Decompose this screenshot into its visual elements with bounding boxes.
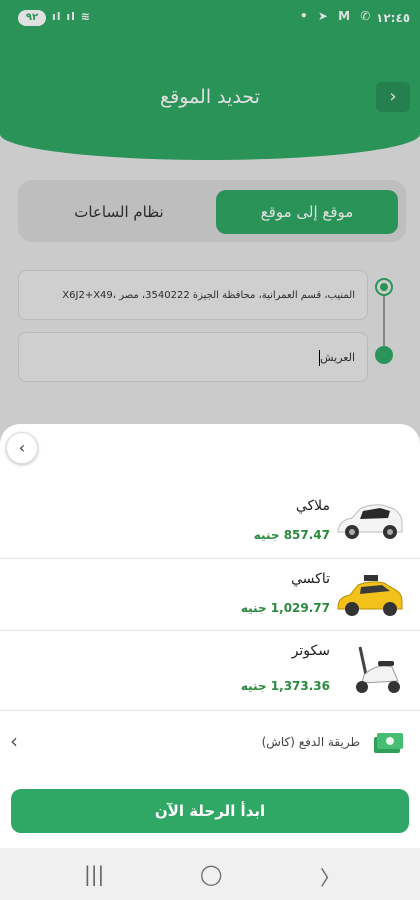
chevron-left-icon: ‹ [18,438,26,457]
home-icon[interactable]: ◯ [200,862,222,886]
vehicle-option-scooter[interactable]: سكوتر 1,373.36 جنيه [0,630,420,708]
vehicle-option-private[interactable]: ملاكي 857.47 جنيه [0,486,420,556]
system-nav-bar: ||| ◯ 〉 [0,848,420,900]
cash-icon [374,733,403,753]
vehicle-name: تاكسي [291,571,330,587]
recents-icon[interactable]: ||| [84,862,104,886]
payment-label: طريقة الدفع (كاش) [261,735,360,749]
vehicle-price: 857.47 جنيه [253,528,330,542]
chevron-left-icon: ‹ [10,729,18,753]
scooter-icon [356,646,400,693]
taxi-icon [337,575,403,616]
car-icon [337,504,403,539]
vehicle-price: 1,373.36 جنيه [240,679,330,693]
vehicle-option-taxi[interactable]: تاكسي 1,029.77 جنيه [0,558,420,628]
vehicle-name: سكوتر [291,643,330,659]
collapse-button[interactable]: ‹ [6,432,38,464]
start-trip-button[interactable]: ابدأ الرحلة الآن [11,789,409,833]
vehicle-name: ملاكي [295,498,330,514]
vehicle-price: 1,029.77 جنيه [240,601,330,615]
payment-method-row[interactable]: ‹ طريقة الدفع (كاش) [0,710,420,774]
back-nav-icon[interactable]: 〉 [320,862,340,891]
